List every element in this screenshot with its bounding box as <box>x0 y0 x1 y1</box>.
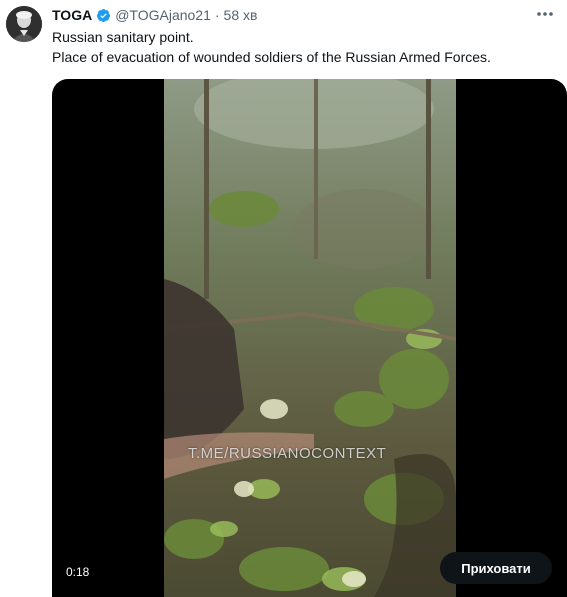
video-player[interactable]: T.ME/RUSSIANOCONTEXT 0:18 Приховати <box>52 79 567 597</box>
tweet-text: Russian sanitary point. Place of evacuat… <box>52 27 557 67</box>
tweet-timestamp[interactable]: 58 хв <box>224 7 258 23</box>
verified-badge-icon <box>97 8 111 22</box>
more-dots-icon <box>537 12 553 16</box>
tweet-header: TOGA @TOGAjano21 · 58 хв <box>52 6 257 24</box>
user-handle[interactable]: @TOGAjano21 <box>115 7 211 23</box>
video-duration: 0:18 <box>66 565 90 579</box>
tweet-text-line-2: Place of evacuation of wounded soldiers … <box>52 49 491 65</box>
tweet-text-line-1: Russian sanitary point. <box>52 29 194 45</box>
video-frame: T.ME/RUSSIANOCONTEXT <box>164 79 456 597</box>
forest-scene-image <box>164 79 456 597</box>
avatar[interactable] <box>6 6 42 42</box>
hide-button[interactable]: Приховати <box>440 552 552 584</box>
avatar-portrait-icon <box>6 6 42 42</box>
separator-dot: · <box>214 7 220 23</box>
video-watermark: T.ME/RUSSIANOCONTEXT <box>188 445 387 462</box>
display-name[interactable]: TOGA <box>52 7 92 23</box>
more-options-button[interactable] <box>535 4 555 24</box>
